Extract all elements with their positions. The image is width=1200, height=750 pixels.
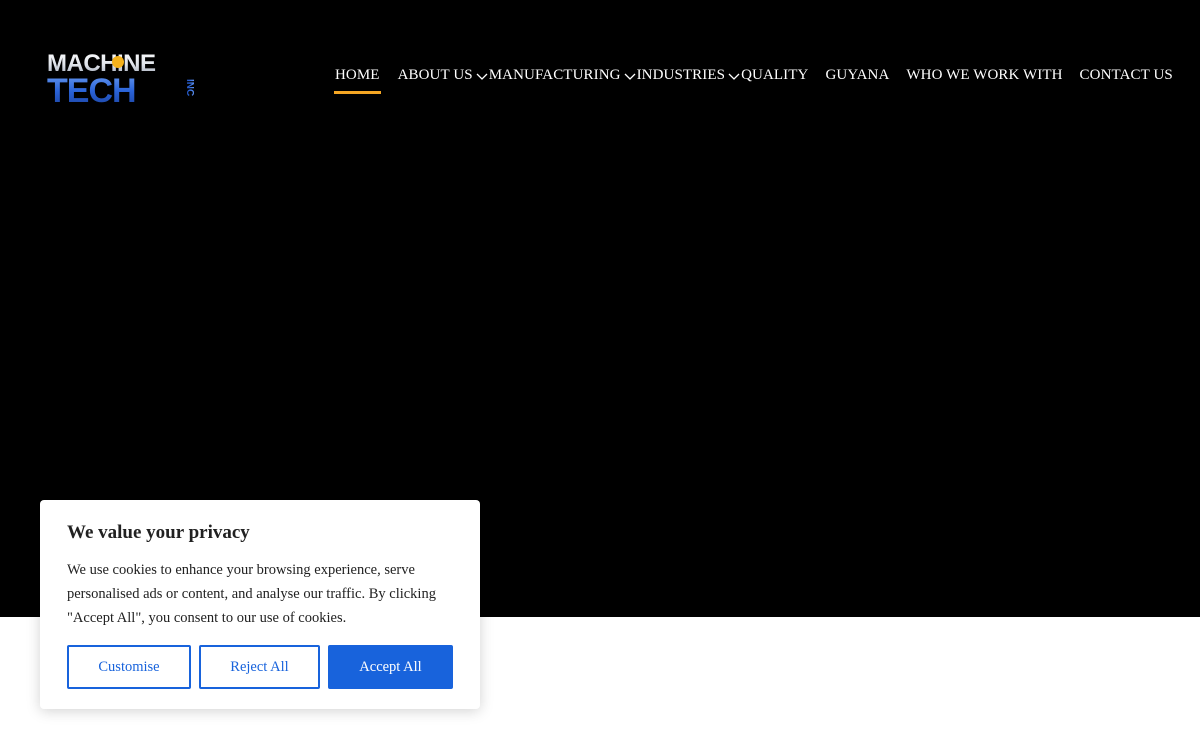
cookie-button-row: Customise Reject All Accept All xyxy=(67,645,453,689)
nav-label: INDUSTRIES xyxy=(636,66,726,83)
nav-label: CONTACT US xyxy=(1079,66,1173,83)
nav-label: ABOUT US xyxy=(397,66,473,83)
accept-all-button[interactable]: Accept All xyxy=(328,645,453,689)
nav-item-industries[interactable]: INDUSTRIES xyxy=(637,56,742,94)
logo-suffix: INC xyxy=(184,79,195,96)
cookie-consent-banner: We value your privacy We use cookies to … xyxy=(40,500,480,709)
nav-label: QUALITY xyxy=(741,66,809,83)
cookie-title: We value your privacy xyxy=(67,522,250,543)
chevron-down-icon xyxy=(728,73,740,80)
nav-item-guyana[interactable]: GUYANA xyxy=(825,56,889,94)
nav-label: GUYANA xyxy=(825,66,890,83)
logo-line2: TECH xyxy=(47,72,136,105)
nav-label: WHO WE WORK WITH xyxy=(906,66,1063,83)
machine-tech-logo[interactable]: MACHINE TECH INC xyxy=(47,49,201,105)
nav-item-quality[interactable]: QUALITY xyxy=(741,56,808,94)
cookie-body: We use cookies to enhance your browsing … xyxy=(67,562,436,626)
nav-item-contact-us[interactable]: CONTACT US xyxy=(1080,56,1173,94)
nav-label: MANUFACTURING xyxy=(488,66,621,83)
nav-label: HOME xyxy=(335,66,380,83)
customise-button[interactable]: Customise xyxy=(67,645,191,689)
reject-all-button[interactable]: Reject All xyxy=(199,645,320,689)
nav-item-who-we-work-with[interactable]: WHO WE WORK WITH xyxy=(906,56,1062,94)
oil-drop-icon xyxy=(112,56,124,68)
main-nav: HOME ABOUT US MANUFACTURING INDUSTRIES Q… xyxy=(334,56,1190,96)
chevron-down-icon xyxy=(624,73,636,80)
nav-item-about-us[interactable]: ABOUT US xyxy=(398,56,489,94)
nav-item-home[interactable]: HOME xyxy=(334,56,381,94)
nav-item-manufacturing[interactable]: MANUFACTURING xyxy=(489,56,637,94)
chevron-down-icon xyxy=(476,73,488,80)
site-header: MACHINE TECH INC HOME ABOUT US MANUFACTU… xyxy=(0,0,1200,150)
